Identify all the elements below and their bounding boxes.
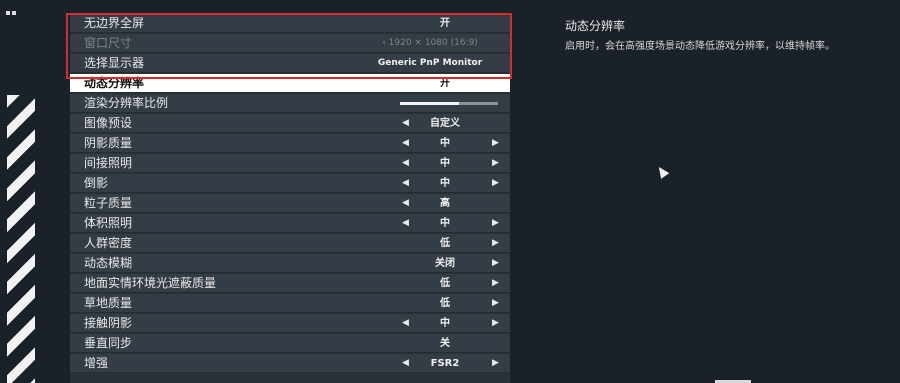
setting-label: 粒子质量 [84,196,133,210]
chevron-right-icon[interactable]: ▶ [492,275,499,292]
setting-label: 渲染分辨率比例 [84,96,169,110]
setting-label: 垂直同步 [84,336,133,350]
setting-label: 无边界全屏 [84,16,145,30]
menu-icon[interactable] [6,0,28,15]
setting-label: 倒影 [84,176,109,190]
setting-value: 中 [440,318,450,329]
setting-row-dynamic-resolution[interactable]: 动态分辨率 开 [70,74,510,93]
setting-row-graphics-preset[interactable]: 图像预设 ◀ 自定义 [70,114,510,133]
setting-label: 人群密度 [84,236,133,250]
chevron-right-icon[interactable]: ▶ [492,135,499,152]
chevron-right-icon[interactable]: ▶ [492,355,499,372]
setting-row-volumetric-lighting[interactable]: 体积照明 ◀ 中 ▶ [70,214,510,233]
setting-label: 图像预设 [84,116,133,130]
setting-row-render-scale[interactable]: 渲染分辨率比例 [70,94,510,113]
setting-row-window-size: 窗口尺寸 ‹ 1920 × 1080 (16:9) [70,34,510,53]
settings-panel: 无边界全屏 开 窗口尺寸 ‹ 1920 × 1080 (16:9) 选择显示器 … [70,14,510,383]
setting-label: 增强 [84,356,109,370]
setting-value: FSR2 [430,358,460,369]
setting-label: 窗口尺寸 [84,36,133,50]
setting-value: ‹ 1920 × 1080 (16:9) [382,38,478,48]
render-scale-slider[interactable] [400,102,498,105]
description-title: 动态分辨率 [565,19,626,33]
setting-label: 体积照明 [84,216,133,230]
setting-value: 低 [440,278,450,289]
chevron-right-icon[interactable]: ▶ [492,255,499,272]
chevron-right-icon[interactable]: ▶ [492,155,499,172]
slider-fill [400,102,459,105]
chevron-right-icon[interactable]: ▶ [492,215,499,232]
setting-value: 关 [440,338,450,349]
setting-row-borderless-fullscreen[interactable]: 无边界全屏 开 [70,14,510,33]
setting-row-upscaling[interactable]: 增强 ◀ FSR2 ▶ [70,354,510,373]
setting-row-crowd-density[interactable]: 人群密度 低 ▶ [70,234,510,253]
setting-label: 阴影质量 [84,136,133,150]
setting-value: 高 [440,198,450,209]
setting-value: 中 [440,138,450,149]
setting-value: 开 [440,18,450,29]
setting-label: 地面实情环境光遮蔽质量 [84,276,217,290]
chevron-right-icon[interactable]: ▶ [492,175,499,192]
setting-value: Generic PnP Monitor [377,58,483,68]
setting-value: 中 [440,178,450,189]
chevron-right-icon[interactable]: ▶ [492,295,499,312]
setting-value: 自定义 [430,118,460,129]
setting-row-motion-blur[interactable]: 动态模糊 关闭 ▶ [70,254,510,273]
setting-row-vsync[interactable]: 垂直同步 关 [70,334,510,353]
setting-row-particle-quality[interactable]: 粒子质量 ◀ 高 [70,194,510,213]
setting-row-reflections[interactable]: 倒影 ◀ 中 ▶ [70,174,510,193]
setting-label: 动态分辨率 [84,76,145,90]
setting-label: 接触阴影 [84,316,133,330]
setting-value: 中 [440,218,450,229]
setting-row-contact-shadows[interactable]: 接触阴影 ◀ 中 ▶ [70,314,510,333]
setting-value: 低 [440,298,450,309]
setting-value: 开 [440,78,450,89]
chevron-right-icon[interactable]: ▶ [492,315,499,332]
chevron-right-icon[interactable]: ▶ [492,235,499,252]
description-text: 启用时，会在高强度场景动态降低游戏分辨率，以维持帧率。 [565,41,835,52]
setting-label: 草地质量 [84,296,133,310]
setting-value: 低 [440,238,450,249]
setting-value: 关闭 [435,258,455,269]
setting-row-shadow-quality[interactable]: 阴影质量 ◀ 中 ▶ [70,134,510,153]
setting-row-select-monitor[interactable]: 选择显示器 Generic PnP Monitor [70,54,510,73]
setting-row-indirect-lighting[interactable]: 间接照明 ◀ 中 ▶ [70,154,510,173]
setting-label: 选择显示器 [84,56,145,70]
decorative-stripes [7,95,35,383]
setting-row-grass-quality[interactable]: 草地质量 低 ▶ [70,294,510,313]
mouse-cursor-icon [654,164,670,179]
setting-row-ssao-quality[interactable]: 地面实情环境光遮蔽质量 低 ▶ [70,274,510,293]
setting-label: 间接照明 [84,156,133,170]
setting-label: 动态模糊 [84,256,133,270]
setting-value: 中 [440,158,450,169]
